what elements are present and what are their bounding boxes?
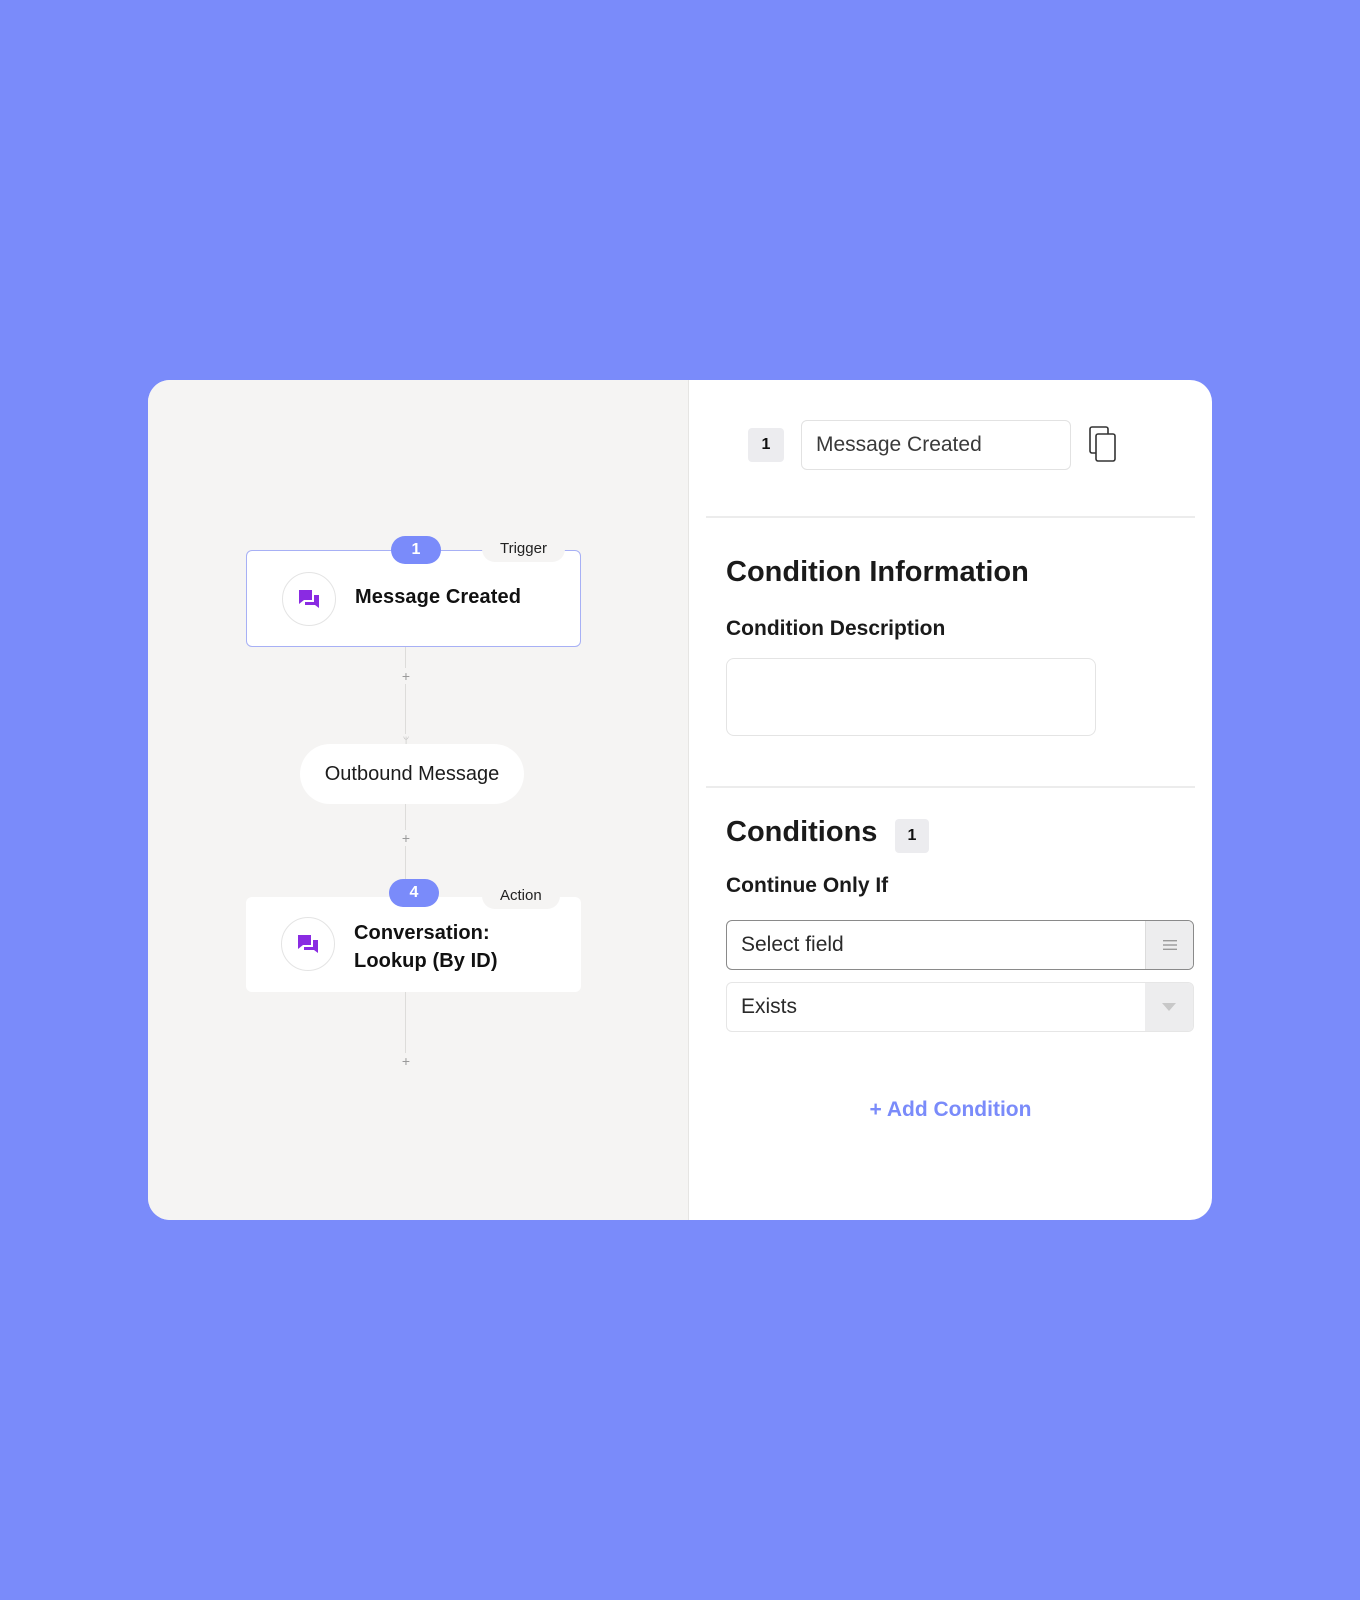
action-node[interactable]: Conversation: Lookup (By ID) (246, 897, 581, 992)
workflow-editor-card: Message Created 1 Trigger + ᛘ Outbound M… (148, 380, 1212, 1220)
add-step-button[interactable]: + (398, 830, 414, 846)
action-title-line1: Conversation: (354, 922, 490, 944)
trigger-tag: Trigger (482, 536, 565, 562)
flow-connector (405, 992, 406, 1062)
operator-select[interactable]: Exists (726, 982, 1194, 1032)
copy-icon[interactable] (1087, 425, 1121, 465)
conditions-heading: Conditions (726, 816, 878, 848)
chat-bubbles-icon (281, 917, 335, 971)
action-tag: Action (482, 883, 560, 909)
section-divider (706, 516, 1195, 518)
action-title-line2: Lookup (By ID) (354, 950, 498, 972)
chat-bubbles-icon (282, 572, 336, 626)
step-name-input[interactable] (801, 420, 1071, 470)
action-node-title: Conversation: Lookup (By ID) (354, 919, 554, 975)
menu-lines-icon[interactable] (1145, 921, 1193, 969)
conditions-count-badge: 1 (895, 819, 929, 853)
step-number-badge: 1 (748, 428, 784, 462)
operator-select-value: Exists (741, 995, 798, 1018)
add-step-button[interactable]: + (398, 1053, 414, 1069)
trigger-step-badge: 1 (391, 536, 441, 564)
section-divider (706, 786, 1195, 788)
action-step-badge: 4 (389, 879, 439, 907)
continue-only-if-label: Continue Only If (726, 874, 889, 897)
step-config-panel: 1 Condition Information Condition Descri… (689, 380, 1212, 1220)
branch-node-outbound-message[interactable]: Outbound Message (300, 744, 524, 804)
add-step-button[interactable]: + (398, 668, 414, 684)
field-select-value: Select field (741, 933, 844, 956)
flow-canvas: Message Created 1 Trigger + ᛘ Outbound M… (148, 380, 689, 1220)
condition-description-field[interactable] (726, 658, 1096, 736)
field-select[interactable]: Select field (726, 920, 1194, 970)
condition-description-label: Condition Description (726, 617, 946, 640)
condition-info-heading: Condition Information (726, 556, 1029, 588)
chevron-down-icon[interactable] (1145, 983, 1193, 1031)
trigger-node[interactable]: Message Created (246, 550, 581, 647)
trigger-node-title: Message Created (355, 586, 522, 608)
add-condition-button[interactable]: + Add Condition (689, 1098, 1212, 1122)
